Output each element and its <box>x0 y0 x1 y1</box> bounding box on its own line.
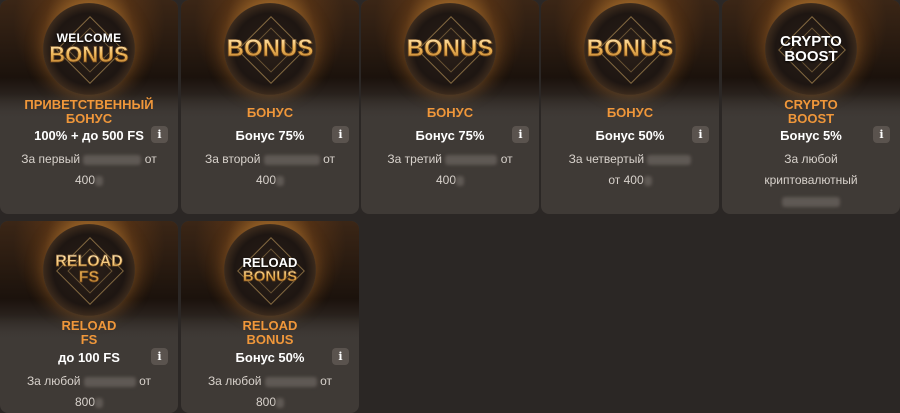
desc-prefix: За любой <box>207 374 262 388</box>
bonus-card-reload-fs[interactable]: RELOAD FS RELOAD FS до 100 FS i За любой… <box>0 221 178 413</box>
desc-suffix: от <box>500 152 513 166</box>
card-title: ПРИВЕТСТВЕННЫЙ БОНУС <box>24 97 154 126</box>
blurred-text <box>445 154 498 165</box>
blurred-text <box>83 154 142 165</box>
desc-suffix: от <box>139 374 152 388</box>
desc-prefix: За четвертый <box>568 152 645 166</box>
blurred-text <box>782 196 840 207</box>
info-icon[interactable]: i <box>151 348 168 365</box>
bonus-card-welcome[interactable]: WELCOME BONUS ПРИВЕТСТВЕННЫЙ БОНУС 100% … <box>0 0 178 214</box>
card-title: БОНУС <box>606 105 654 120</box>
card-description: За любой от 800 <box>195 371 345 413</box>
desc-suffix: от <box>144 152 157 166</box>
desc-prefix: За первый <box>21 152 81 166</box>
blurred-text <box>83 376 136 387</box>
coin-label: BONUS <box>406 35 494 62</box>
coin-label-line2: BONUS <box>49 42 129 67</box>
info-icon[interactable]: i <box>332 348 349 365</box>
coin-label: RELOAD FS <box>43 253 135 286</box>
desc-line2: 800 <box>74 395 96 409</box>
desc-line2: криптовалютный <box>764 173 858 187</box>
card-title: БОНУС <box>246 105 294 120</box>
info-icon[interactable]: i <box>512 126 529 143</box>
blurred-text <box>647 154 692 165</box>
blurred-currency <box>95 397 104 408</box>
info-icon[interactable]: i <box>692 126 709 143</box>
card-description: За любой от 800 <box>14 371 164 413</box>
coin-emblem: BONUS <box>584 3 676 95</box>
bonus-card-3[interactable]: BONUS БОНУС Бонус 75% i За третий от 400 <box>361 0 539 214</box>
coin-label-line2: BOOST <box>784 48 838 65</box>
desc-line2: 400 <box>255 173 277 187</box>
info-icon[interactable]: i <box>332 126 349 143</box>
coin-label-line1: CRYPTO <box>780 33 842 50</box>
card-title: CRYPTO BOOST <box>784 97 838 126</box>
bonus-card-2[interactable]: BONUS БОНУС Бонус 75% i За второй от 400 <box>181 0 359 214</box>
coin-label: BONUS <box>586 35 674 62</box>
card-description: За четвертый от 400 <box>555 149 705 191</box>
desc-prefix: За любой <box>26 374 81 388</box>
bonus-card-reload-bonus[interactable]: RELOAD BONUS RELOAD BONUS Бонус 50% i За… <box>181 221 359 413</box>
card-art: BONUS <box>181 0 359 120</box>
card-title: БОНУС <box>426 105 474 120</box>
desc-prefix: За второй <box>204 152 261 166</box>
desc-prefix: За третий <box>387 152 442 166</box>
bonus-grid: WELCOME BONUS ПРИВЕТСТВЕННЫЙ БОНУС 100% … <box>0 0 900 413</box>
card-description: За первый от 400 <box>14 149 164 191</box>
info-icon[interactable]: i <box>873 126 890 143</box>
coin-label: BONUS <box>226 35 314 62</box>
coin-emblem: BONUS <box>224 3 316 95</box>
blurred-text <box>263 154 320 165</box>
desc-line2: от 400 <box>608 173 644 187</box>
desc-suffix: от <box>323 152 336 166</box>
card-art: BONUS <box>361 0 539 120</box>
blurred-currency <box>456 175 465 186</box>
coin-emblem: RELOAD BONUS <box>224 224 316 316</box>
coin-emblem: WELCOME BONUS <box>43 3 135 95</box>
info-icon[interactable]: i <box>151 126 168 143</box>
card-description: За третий от 400 <box>375 149 525 191</box>
blurred-currency <box>276 175 285 186</box>
coin-emblem: BONUS <box>404 3 496 95</box>
blurred-currency <box>276 397 285 408</box>
card-title: RELOAD FS <box>61 318 117 347</box>
desc-line2: 400 <box>435 173 457 187</box>
desc-line2: 800 <box>255 395 277 409</box>
bonus-card-4[interactable]: BONUS БОНУС Бонус 50% i За четвертый от … <box>541 0 719 214</box>
card-art: BONUS <box>541 0 719 120</box>
coin-emblem: RELOAD FS <box>43 224 135 316</box>
desc-line2: 400 <box>74 173 96 187</box>
desc-prefix: За любой <box>784 152 838 166</box>
blurred-currency <box>95 175 104 186</box>
card-description: За любой криптовалютный <box>736 149 886 212</box>
card-title: RELOAD BONUS <box>242 318 298 347</box>
coin-emblem: CRYPTO BOOST <box>765 3 857 95</box>
desc-suffix: от <box>320 374 333 388</box>
bonus-card-crypto[interactable]: CRYPTO BOOST CRYPTO BOOST Бонус 5% i За … <box>722 0 900 214</box>
coin-label-line2: BONUS <box>242 268 298 285</box>
blurred-currency <box>643 175 652 186</box>
blurred-text <box>264 376 317 387</box>
card-description: За второй от 400 <box>195 149 345 191</box>
